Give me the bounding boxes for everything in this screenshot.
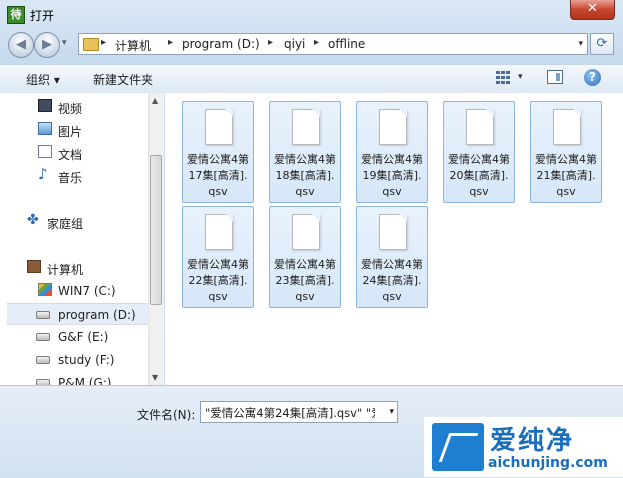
file-icon xyxy=(205,109,233,145)
scroll-down-icon[interactable]: ▼ xyxy=(152,373,158,382)
breadcrumb-program-d[interactable]: program (D:) xyxy=(182,37,260,51)
drive-icon xyxy=(36,356,50,364)
breadcrumb-offline[interactable]: offline xyxy=(328,37,365,51)
breadcrumb-computer[interactable]: 计算机 xyxy=(115,37,151,54)
file-icon xyxy=(292,109,320,145)
file-name: 爱情公寓4第20集[高清].qsv xyxy=(448,153,510,198)
sidebar-item-label: 视频 xyxy=(58,102,83,116)
change-view-icon[interactable] xyxy=(496,71,510,84)
close-button[interactable]: ✕ xyxy=(570,0,615,20)
video-icon xyxy=(38,99,52,112)
file-item[interactable]: 爱情公寓4第19集[高清].qsv xyxy=(356,101,428,203)
recent-locations-chevron-icon[interactable]: ▾ xyxy=(62,38,67,48)
file-item[interactable]: 爱情公寓4第17集[高清].qsv xyxy=(182,101,254,203)
filename-input[interactable]: "爱情公寓4第24集[高清].qsv" "爱 ▾ xyxy=(200,401,398,423)
breadcrumb-separator-icon[interactable]: ▸ xyxy=(268,37,273,48)
file-item[interactable]: 爱情公寓4第22集[高清].qsv xyxy=(182,206,254,308)
sidebar-item-label: program (D:) xyxy=(58,308,136,322)
computer-icon xyxy=(27,260,41,273)
file-icon xyxy=(205,214,233,250)
sidebar-item-label: WIN7 (C:) xyxy=(58,284,116,298)
documents-icon xyxy=(38,145,52,158)
app-icon: 待 xyxy=(7,6,25,24)
scrollbar-thumb[interactable] xyxy=(150,155,162,305)
navigation-pane: 视频 图片 文档 ♪ 音乐 ✤ 家庭组 计算机 WIN7 (C:) progra… xyxy=(0,93,165,385)
sidebar-item-program-d[interactable]: program (D:) xyxy=(7,303,148,325)
sidebar-item-videos[interactable]: 视频 xyxy=(0,96,150,118)
file-item[interactable]: 爱情公寓4第20集[高清].qsv xyxy=(443,101,515,203)
filename-label: 文件名(N): xyxy=(137,408,196,422)
organize-button[interactable]: 组织 ▾ xyxy=(26,71,60,88)
file-name: 爱情公寓4第21集[高清].qsv xyxy=(535,153,597,198)
file-list: 爱情公寓4第17集[高清].qsv 爱情公寓4第18集[高清].qsv 爱情公寓… xyxy=(165,93,623,385)
sidebar-item-music[interactable]: ♪ 音乐 xyxy=(0,165,150,187)
command-toolbar: 组织 ▾ 新建文件夹 ▾ ? xyxy=(0,64,623,94)
title-bar: 待 打开 ✕ xyxy=(0,0,623,30)
file-item[interactable]: 爱情公寓4第21集[高清].qsv xyxy=(530,101,602,203)
help-button[interactable]: ? xyxy=(584,69,601,86)
scroll-up-icon[interactable]: ▲ xyxy=(152,96,158,105)
file-name: 爱情公寓4第24集[高清].qsv xyxy=(361,258,423,303)
pictures-icon xyxy=(38,122,52,135)
music-icon: ♪ xyxy=(38,165,48,183)
sidebar-item-label: 文档 xyxy=(58,148,83,162)
file-item[interactable]: 爱情公寓4第18集[高清].qsv xyxy=(269,101,341,203)
breadcrumb-separator-icon[interactable]: ▸ xyxy=(314,37,319,48)
address-bar[interactable]: ▸ 计算机 ▸ program (D:) ▸ qiyi ▸ offline ▾ xyxy=(78,33,588,55)
back-button[interactable]: ◀ xyxy=(8,32,34,58)
sidebar-item-label: 音乐 xyxy=(58,171,83,185)
filename-value[interactable]: "爱情公寓4第24集[高清].qsv" "爱 xyxy=(205,405,375,421)
address-dropdown-icon[interactable]: ▾ xyxy=(578,39,583,49)
file-item[interactable]: 爱情公寓4第24集[高清].qsv xyxy=(356,206,428,308)
file-name: 爱情公寓4第19集[高清].qsv xyxy=(361,153,423,198)
homegroup-icon: ✤ xyxy=(27,212,39,228)
navigation-bar: ◀ ▶ ▾ ▸ 计算机 ▸ program (D:) ▸ qiyi ▸ offl… xyxy=(0,30,623,60)
windows-drive-icon xyxy=(38,283,52,296)
file-icon xyxy=(379,214,407,250)
file-item[interactable]: 爱情公寓4第23集[高清].qsv xyxy=(269,206,341,308)
open-file-dialog: 待 打开 ✕ ◀ ▶ ▾ ▸ 计算机 ▸ program (D:) ▸ qiyi… xyxy=(0,0,623,478)
sidebar-item-documents[interactable]: 文档 xyxy=(0,142,150,164)
file-name: 爱情公寓4第22集[高清].qsv xyxy=(187,258,249,303)
sidebar-item-study-f[interactable]: study (F:) xyxy=(0,349,150,371)
sidebar-item-pm-g[interactable]: P&M (G:) xyxy=(0,372,150,385)
file-name: 爱情公寓4第17集[高清].qsv xyxy=(187,153,249,198)
watermark-logo-icon xyxy=(432,423,484,471)
sidebar-item-label: study (F:) xyxy=(58,353,115,367)
sidebar-item-label: 家庭组 xyxy=(47,217,84,231)
file-name: 爱情公寓4第18集[高清].qsv xyxy=(274,153,336,198)
drive-icon xyxy=(36,311,50,319)
sidebar-item-homegroup[interactable]: ✤ 家庭组 xyxy=(0,211,150,233)
preview-pane-icon[interactable] xyxy=(547,70,563,84)
file-icon xyxy=(292,214,320,250)
filename-dropdown-icon[interactable]: ▾ xyxy=(389,407,394,417)
sidebar-item-label: 图片 xyxy=(58,125,83,139)
forward-button[interactable]: ▶ xyxy=(34,32,60,58)
drive-icon xyxy=(36,333,50,341)
sidebar-scrollbar[interactable]: ▲ ▼ xyxy=(148,93,164,385)
watermark-url: aichunjing.com xyxy=(488,455,608,471)
sidebar-item-label: P&M (G:) xyxy=(58,376,112,385)
breadcrumb-separator-icon[interactable]: ▸ xyxy=(168,37,173,48)
sidebar-item-gf-e[interactable]: G&F (E:) xyxy=(0,326,150,348)
view-options-chevron-icon[interactable]: ▾ xyxy=(518,72,523,82)
folder-icon xyxy=(83,38,99,51)
new-folder-button[interactable]: 新建文件夹 xyxy=(93,71,153,88)
sidebar-item-pictures[interactable]: 图片 xyxy=(0,119,150,141)
sidebar-item-label: 计算机 xyxy=(47,263,84,277)
watermark-title: 爱纯净 xyxy=(490,426,575,456)
watermark: 爱纯净 aichunjing.com xyxy=(424,417,623,477)
sidebar-item-computer[interactable]: 计算机 xyxy=(0,257,150,279)
sidebar-item-label: G&F (E:) xyxy=(58,330,109,344)
file-name: 爱情公寓4第23集[高清].qsv xyxy=(274,258,336,303)
breadcrumb-qiyi[interactable]: qiyi xyxy=(284,37,305,51)
file-icon xyxy=(379,109,407,145)
refresh-button[interactable]: ⟳ xyxy=(590,33,614,55)
file-icon xyxy=(553,109,581,145)
breadcrumb-separator-icon[interactable]: ▸ xyxy=(101,37,106,48)
sidebar-item-win7-c[interactable]: WIN7 (C:) xyxy=(0,280,150,302)
window-title: 打开 xyxy=(30,9,55,23)
file-icon xyxy=(466,109,494,145)
